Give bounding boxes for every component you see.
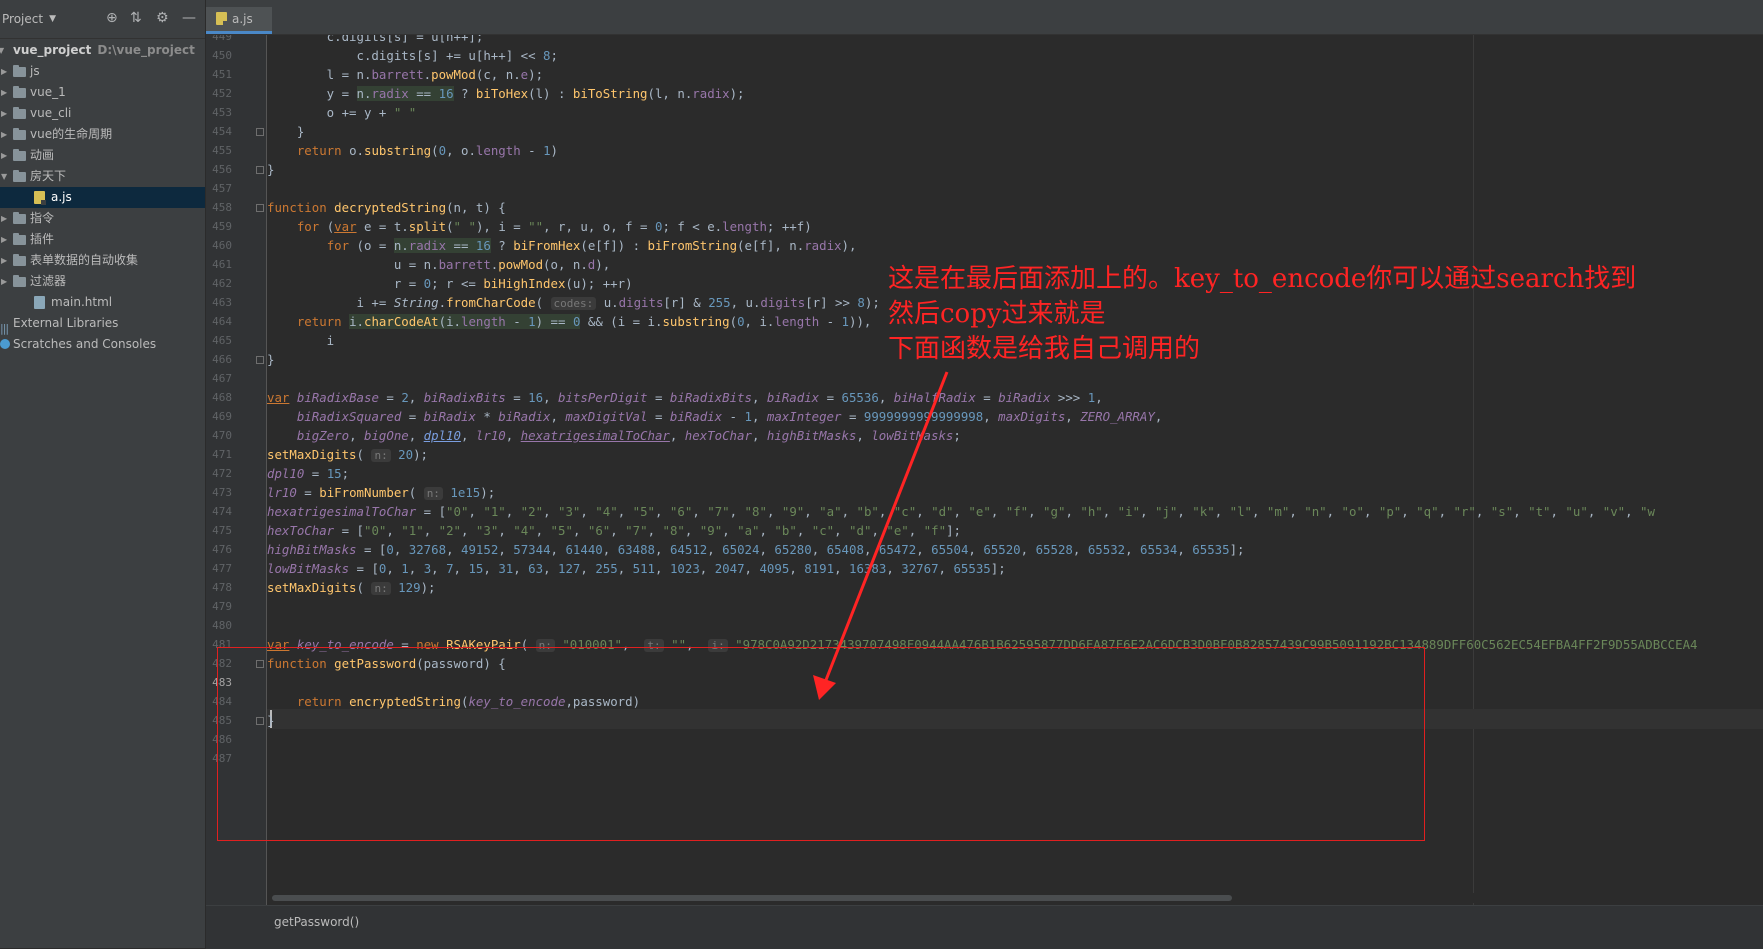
- annotation-line: 下面函数是给我自己调用的: [888, 334, 1201, 364]
- arrow-head: [813, 675, 836, 700]
- horizontal-scrollbar-thumb[interactable]: [272, 895, 1232, 901]
- breadcrumb-item[interactable]: getPassword(): [274, 915, 359, 929]
- annotation-line: 这是在最后面添加上的。key_to_encode你可以通过search找到: [888, 264, 1637, 294]
- breadcrumb: getPassword(): [206, 905, 1763, 949]
- annotation-text: 这是在最后面添加上的。key_to_encode你可以通过search找到 然后…: [888, 262, 1758, 367]
- arrow-shaft: [824, 371, 949, 681]
- annotation-line: 然后copy过来就是: [888, 299, 1106, 329]
- annotation-arrow: [813, 371, 949, 700]
